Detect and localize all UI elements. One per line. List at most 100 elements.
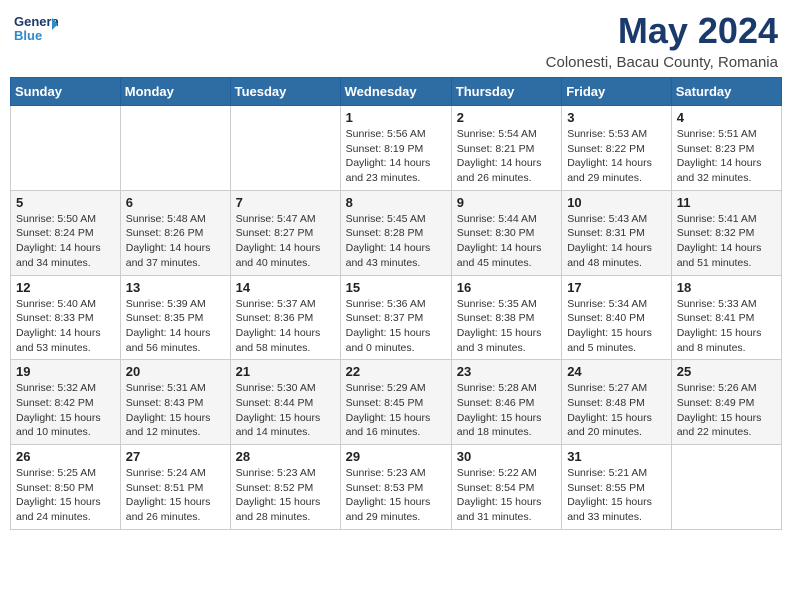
day-info: Sunrise: 5:40 AMSunset: 8:33 PMDaylight:… — [16, 297, 115, 356]
calendar-week-5: 26 Sunrise: 5:25 AMSunset: 8:50 PMDayligh… — [11, 445, 782, 530]
day-number: 27 — [126, 449, 225, 464]
calendar-cell: 5 Sunrise: 5:50 AMSunset: 8:24 PMDaylight… — [11, 190, 121, 275]
day-number: 18 — [677, 280, 776, 295]
calendar-header-wednesday: Wednesday — [340, 78, 451, 106]
calendar-cell — [230, 106, 340, 191]
day-number: 1 — [346, 110, 446, 125]
calendar-cell: 3 Sunrise: 5:53 AMSunset: 8:22 PMDaylight… — [562, 106, 672, 191]
calendar-header-sunday: Sunday — [11, 78, 121, 106]
calendar-cell: 17 Sunrise: 5:34 AMSunset: 8:40 PMDayligh… — [562, 275, 672, 360]
day-number: 25 — [677, 364, 776, 379]
day-info: Sunrise: 5:25 AMSunset: 8:50 PMDaylight:… — [16, 466, 115, 525]
calendar-cell: 6 Sunrise: 5:48 AMSunset: 8:26 PMDaylight… — [120, 190, 230, 275]
day-info: Sunrise: 5:31 AMSunset: 8:43 PMDaylight:… — [126, 381, 225, 440]
calendar-header-tuesday: Tuesday — [230, 78, 340, 106]
page-header: General Blue May 2024 Colonesti, Bacau C… — [10, 10, 782, 71]
day-number: 30 — [457, 449, 556, 464]
day-info: Sunrise: 5:26 AMSunset: 8:49 PMDaylight:… — [677, 381, 776, 440]
svg-text:General: General — [14, 14, 58, 29]
day-number: 31 — [567, 449, 666, 464]
calendar-cell: 15Sunrise: 5:36 AMSunset: 8:37 PMDayligh… — [340, 275, 451, 360]
day-number: 6 — [126, 195, 225, 210]
day-info: Sunrise: 5:41 AMSunset: 8:32 PMDaylight:… — [677, 212, 776, 271]
day-number: 10 — [567, 195, 666, 210]
day-info: Sunrise: 5:29 AMSunset: 8:45 PMDaylight:… — [346, 381, 446, 440]
day-number: 16 — [457, 280, 556, 295]
calendar-cell: 31Sunrise: 5:21 AMSunset: 8:55 PMDayligh… — [562, 445, 672, 530]
calendar-cell: 22Sunrise: 5:29 AMSunset: 8:45 PMDayligh… — [340, 360, 451, 445]
day-info: Sunrise: 5:51 AMSunset: 8:23 PMDaylight:… — [677, 127, 776, 186]
day-info: Sunrise: 5:27 AMSunset: 8:48 PMDaylight:… — [567, 381, 666, 440]
day-info: Sunrise: 5:34 AMSunset: 8:40 PMDaylight:… — [567, 297, 666, 356]
day-info: Sunrise: 5:43 AMSunset: 8:31 PMDaylight:… — [567, 212, 666, 271]
day-info: Sunrise: 5:32 AMSunset: 8:42 PMDaylight:… — [16, 381, 115, 440]
day-number: 26 — [16, 449, 115, 464]
calendar-cell: 13Sunrise: 5:39 AMSunset: 8:35 PMDayligh… — [120, 275, 230, 360]
calendar-cell: 26 Sunrise: 5:25 AMSunset: 8:50 PMDayligh… — [11, 445, 121, 530]
calendar-header-friday: Friday — [562, 78, 672, 106]
logo: General Blue — [14, 10, 60, 46]
day-number: 23 — [457, 364, 556, 379]
calendar-cell: 21Sunrise: 5:30 AMSunset: 8:44 PMDayligh… — [230, 360, 340, 445]
calendar-cell: 20Sunrise: 5:31 AMSunset: 8:43 PMDayligh… — [120, 360, 230, 445]
day-number: 28 — [236, 449, 335, 464]
day-info: Sunrise: 5:48 AMSunset: 8:26 PMDaylight:… — [126, 212, 225, 271]
title-section: May 2024 Colonesti, Bacau County, Romani… — [546, 10, 778, 71]
calendar-week-3: 12Sunrise: 5:40 AMSunset: 8:33 PMDayligh… — [11, 275, 782, 360]
calendar-cell: 23 Sunrise: 5:28 AMSunset: 8:46 PMDayligh… — [451, 360, 561, 445]
calendar-cell: 30 Sunrise: 5:22 AMSunset: 8:54 PMDayligh… — [451, 445, 561, 530]
calendar-table: SundayMondayTuesdayWednesdayThursdayFrid… — [10, 77, 782, 530]
month-title: May 2024 — [546, 10, 778, 52]
day-info: Sunrise: 5:53 AMSunset: 8:22 PMDaylight:… — [567, 127, 666, 186]
calendar-cell: 1 Sunrise: 5:56 AMSunset: 8:19 PMDaylight… — [340, 106, 451, 191]
calendar-week-4: 19 Sunrise: 5:32 AMSunset: 8:42 PMDayligh… — [11, 360, 782, 445]
day-number: 8 — [346, 195, 446, 210]
day-number: 7 — [236, 195, 335, 210]
day-info: Sunrise: 5:44 AMSunset: 8:30 PMDaylight:… — [457, 212, 556, 271]
day-number: 17 — [567, 280, 666, 295]
day-info: Sunrise: 5:33 AMSunset: 8:41 PMDaylight:… — [677, 297, 776, 356]
calendar-cell — [120, 106, 230, 191]
calendar-cell: 12Sunrise: 5:40 AMSunset: 8:33 PMDayligh… — [11, 275, 121, 360]
location: Colonesti, Bacau County, Romania — [546, 54, 778, 71]
calendar-cell: 25 Sunrise: 5:26 AMSunset: 8:49 PMDayligh… — [671, 360, 781, 445]
calendar-cell: 11 Sunrise: 5:41 AMSunset: 8:32 PMDayligh… — [671, 190, 781, 275]
calendar-cell: 4Sunrise: 5:51 AMSunset: 8:23 PMDaylight… — [671, 106, 781, 191]
day-number: 15 — [346, 280, 446, 295]
calendar-cell: 27 Sunrise: 5:24 AMSunset: 8:51 PMDayligh… — [120, 445, 230, 530]
day-info: Sunrise: 5:50 AMSunset: 8:24 PMDaylight:… — [16, 212, 115, 271]
calendar-cell: 14 Sunrise: 5:37 AMSunset: 8:36 PMDayligh… — [230, 275, 340, 360]
day-info: Sunrise: 5:37 AMSunset: 8:36 PMDaylight:… — [236, 297, 335, 356]
day-info: Sunrise: 5:28 AMSunset: 8:46 PMDaylight:… — [457, 381, 556, 440]
calendar-cell: 2Sunrise: 5:54 AMSunset: 8:21 PMDaylight… — [451, 106, 561, 191]
day-info: Sunrise: 5:23 AMSunset: 8:52 PMDaylight:… — [236, 466, 335, 525]
calendar-cell: 19 Sunrise: 5:32 AMSunset: 8:42 PMDayligh… — [11, 360, 121, 445]
day-number: 29 — [346, 449, 446, 464]
day-number: 3 — [567, 110, 666, 125]
calendar-cell: 18 Sunrise: 5:33 AMSunset: 8:41 PMDayligh… — [671, 275, 781, 360]
calendar-cell — [671, 445, 781, 530]
calendar-header-row: SundayMondayTuesdayWednesdayThursdayFrid… — [11, 78, 782, 106]
calendar-header-monday: Monday — [120, 78, 230, 106]
calendar-week-2: 5 Sunrise: 5:50 AMSunset: 8:24 PMDaylight… — [11, 190, 782, 275]
day-info: Sunrise: 5:24 AMSunset: 8:51 PMDaylight:… — [126, 466, 225, 525]
day-info: Sunrise: 5:45 AMSunset: 8:28 PMDaylight:… — [346, 212, 446, 271]
day-info: Sunrise: 5:47 AMSunset: 8:27 PMDaylight:… — [236, 212, 335, 271]
day-number: 24 — [567, 364, 666, 379]
calendar-cell: 7 Sunrise: 5:47 AMSunset: 8:27 PMDaylight… — [230, 190, 340, 275]
day-number: 14 — [236, 280, 335, 295]
day-number: 9 — [457, 195, 556, 210]
day-number: 2 — [457, 110, 556, 125]
calendar-cell: 8 Sunrise: 5:45 AMSunset: 8:28 PMDaylight… — [340, 190, 451, 275]
day-number: 19 — [16, 364, 115, 379]
calendar-cell: 24 Sunrise: 5:27 AMSunset: 8:48 PMDayligh… — [562, 360, 672, 445]
calendar-cell — [11, 106, 121, 191]
calendar-cell: 28 Sunrise: 5:23 AMSunset: 8:52 PMDayligh… — [230, 445, 340, 530]
day-info: Sunrise: 5:39 AMSunset: 8:35 PMDaylight:… — [126, 297, 225, 356]
day-number: 11 — [677, 195, 776, 210]
day-info: Sunrise: 5:22 AMSunset: 8:54 PMDaylight:… — [457, 466, 556, 525]
day-info: Sunrise: 5:56 AMSunset: 8:19 PMDaylight:… — [346, 127, 446, 186]
calendar-week-1: 1 Sunrise: 5:56 AMSunset: 8:19 PMDaylight… — [11, 106, 782, 191]
day-number: 5 — [16, 195, 115, 210]
calendar-header-thursday: Thursday — [451, 78, 561, 106]
